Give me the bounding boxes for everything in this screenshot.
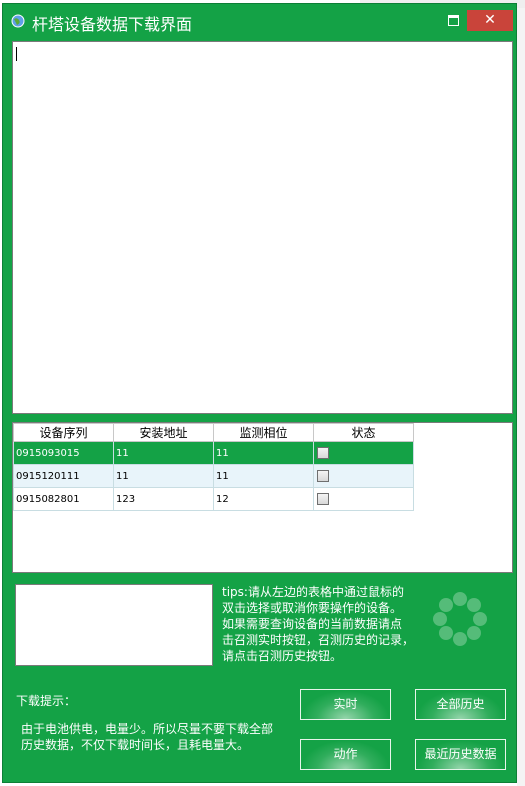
tips-line: 如果需要查询设备的当前数据请点 [222, 617, 403, 631]
tips-line: 请点击召测历史按钮。 [222, 649, 343, 663]
spinner-dot [453, 632, 467, 646]
cell-serial[interactable]: 0915082801 [13, 487, 114, 511]
table-header-row: 设备序列 安装地址 监测相位 状态 [13, 423, 414, 442]
status-checkbox[interactable] [317, 447, 329, 459]
window-title: 杆塔设备数据下载界面 [32, 15, 193, 34]
action-button[interactable]: 动作 [300, 739, 391, 770]
all-history-button[interactable]: 全部历史 [415, 689, 506, 720]
spinner-dot [439, 598, 453, 612]
spinner-dot [473, 612, 487, 626]
device-table: 设备序列 安装地址 监测相位 状态 0915093015 11 11 09151… [13, 423, 414, 511]
cell-serial[interactable]: 0915093015 [13, 441, 114, 465]
table-row[interactable]: 0915082801 123 12 [13, 487, 414, 511]
status-textbox[interactable] [15, 584, 213, 666]
spinner-dot [453, 592, 467, 606]
table-row[interactable]: 0915093015 11 11 [13, 441, 414, 465]
cell-phase[interactable]: 11 [213, 441, 314, 465]
note-line: 历史数据，不仅下载时间长，且耗电量大。 [21, 738, 250, 752]
text-caret [16, 47, 17, 61]
column-header-serial[interactable]: 设备序列 [13, 423, 114, 442]
recent-history-button[interactable]: 最近历史数据 [415, 739, 506, 770]
tips-text: tips:请从左边的表格中通过鼠标的 双击选择或取消你要操作的设备。 如果需要查… [222, 584, 427, 664]
note-line: 由于电池供电，电量少。所以尽量不要下载全部 [21, 722, 274, 736]
cell-status [313, 464, 414, 488]
column-header-status[interactable]: 状态 [313, 423, 414, 442]
spinner-dot [433, 612, 447, 626]
status-checkbox[interactable] [317, 493, 329, 505]
cell-status [313, 441, 414, 465]
title-bar[interactable]: 杆塔设备数据下载界面 ✕ [3, 4, 516, 38]
loading-spinner-icon [433, 592, 487, 646]
column-header-address[interactable]: 安装地址 [113, 423, 214, 442]
data-output-textarea[interactable] [12, 41, 513, 414]
column-header-phase[interactable]: 监测相位 [213, 423, 314, 442]
maximize-icon[interactable] [448, 15, 459, 26]
cell-address[interactable]: 123 [113, 487, 214, 511]
close-icon[interactable]: ✕ [467, 10, 513, 31]
dialog-window: 杆塔设备数据下载界面 ✕ 设备序列 安装地址 监测相位 状态 091509301… [2, 3, 517, 783]
device-grid-panel[interactable]: 设备序列 安装地址 监测相位 状态 0915093015 11 11 09151… [12, 422, 513, 573]
cell-status [313, 487, 414, 511]
cell-address[interactable]: 11 [113, 464, 214, 488]
background-strip [517, 0, 525, 786]
cell-address[interactable]: 11 [113, 441, 214, 465]
status-checkbox[interactable] [317, 470, 329, 482]
tips-line: 击召测实时按钮，召测历史的记录， [222, 633, 415, 647]
cell-phase[interactable]: 12 [213, 487, 314, 511]
spinner-dot [439, 626, 453, 640]
cell-phase[interactable]: 11 [213, 464, 314, 488]
tips-line: 双击选择或取消你要操作的设备。 [222, 601, 403, 615]
spinner-dot [467, 598, 481, 612]
download-hint-label: 下载提示： [16, 694, 77, 708]
table-row[interactable]: 0915120111 11 11 [13, 464, 414, 488]
app-globe-icon [11, 14, 25, 28]
spinner-dot [467, 626, 481, 640]
download-note: 由于电池供电，电量少。所以尽量不要下载全部 历史数据，不仅下载时间长，且耗电量大… [21, 721, 291, 753]
cell-serial[interactable]: 0915120111 [13, 464, 114, 488]
tips-line: tips:请从左边的表格中通过鼠标的 [222, 585, 404, 599]
realtime-button[interactable]: 实时 [300, 689, 391, 720]
